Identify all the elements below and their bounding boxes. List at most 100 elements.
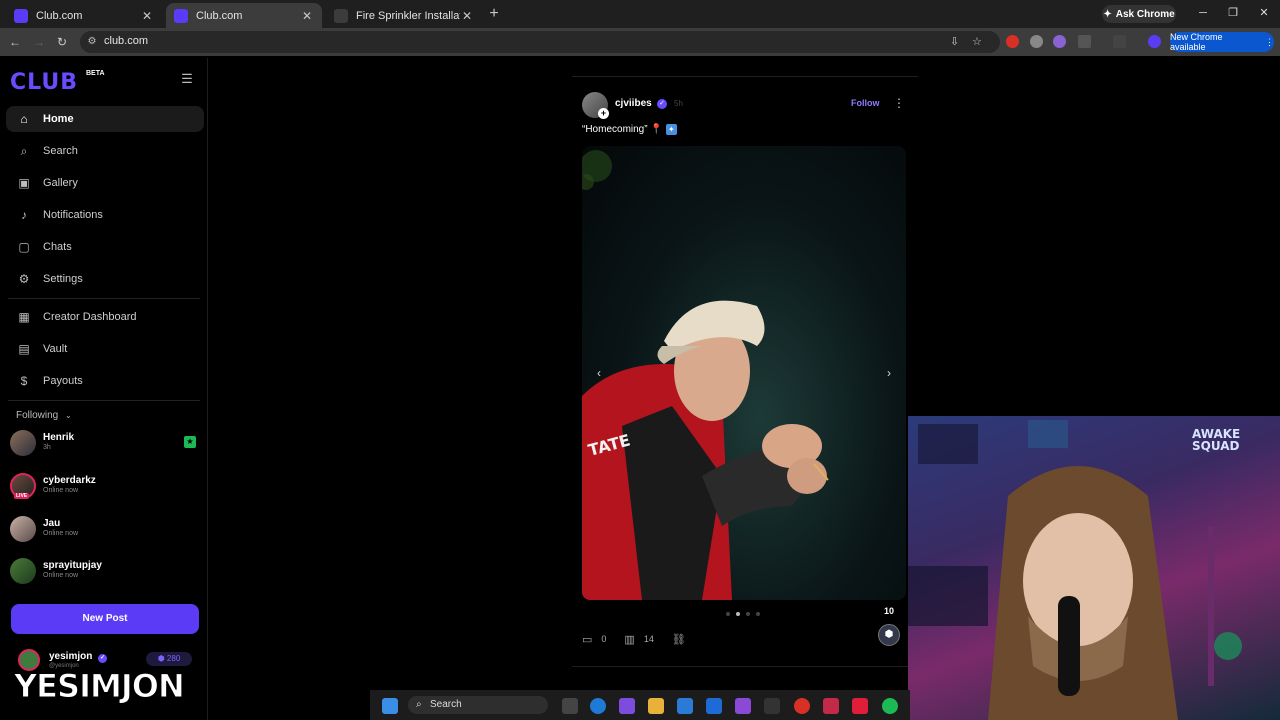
following-item-jau[interactable]: Jau Online now — [10, 516, 202, 546]
share-link-icon[interactable]: ⛓ — [672, 633, 686, 646]
file-explorer-icon[interactable] — [648, 698, 664, 714]
forward-icon[interactable]: → — [31, 34, 47, 50]
omnibox[interactable]: ⚙ club.com ⇩ ☆ — [80, 31, 1000, 53]
nav-item-chats[interactable]: ▢ Chats — [6, 234, 204, 260]
following-item-henrik[interactable]: Henrik 3h ★ — [10, 430, 202, 460]
comment-icon[interactable]: ▭ — [582, 633, 592, 646]
store-icon[interactable] — [677, 698, 693, 714]
mail-icon[interactable] — [706, 698, 722, 714]
search-icon: ⌕ — [20, 143, 28, 158]
search-icon: ⌕ — [416, 699, 422, 710]
following-item-cyberdarkz[interactable]: LIVE cyberdarkz Online now — [10, 473, 202, 503]
follow-plus-icon[interactable]: + — [598, 108, 609, 119]
close-window-icon[interactable]: ✕ — [1257, 5, 1271, 21]
minimize-icon[interactable]: ─ — [1196, 5, 1210, 21]
browser-tab[interactable]: Fire Sprinkler Installation, Fire A ✕ — [326, 3, 482, 28]
payouts-icon: $ — [20, 374, 28, 388]
views-count: 14 — [643, 634, 654, 644]
home-icon: ⌂ — [20, 112, 28, 126]
post-author-name[interactable]: cjviibes — [615, 98, 652, 109]
taskbar-search[interactable]: ⌕ Search — [408, 696, 548, 714]
views-icon: ▥ — [624, 633, 635, 646]
windows-start-icon[interactable] — [382, 698, 398, 714]
app-icon[interactable] — [735, 698, 751, 714]
copilot-icon[interactable] — [619, 698, 635, 714]
browser-tab[interactable]: Club.com ✕ — [6, 3, 162, 28]
nav-label: Home — [43, 113, 74, 125]
points-badge[interactable]: ⬢ 280 — [146, 652, 192, 666]
new-tab-button[interactable]: + — [486, 5, 502, 23]
follow-button[interactable]: Follow — [851, 98, 880, 108]
sparkle-icon: ✦ — [1103, 8, 1112, 20]
extension-icon[interactable] — [1006, 35, 1019, 48]
following-status: Online now — [43, 572, 79, 579]
reload-icon[interactable]: ↻ — [54, 34, 70, 50]
nav-item-search[interactable]: ⌕ Search — [6, 138, 204, 164]
app-icon[interactable] — [852, 698, 868, 714]
post-image[interactable]: TATE ‹ › — [582, 146, 906, 600]
new-chrome-available-button[interactable]: New Chrome available ⋮ — [1170, 32, 1274, 52]
nav-item-creator-dashboard[interactable]: ▦ Creator Dashboard — [6, 304, 204, 330]
previous-slide-icon[interactable]: ‹ — [591, 365, 607, 381]
profile-avatar[interactable] — [1148, 35, 1161, 48]
restore-icon[interactable]: ❐ — [1226, 5, 1240, 21]
hamburger-menu-icon[interactable]: ☰ — [178, 72, 196, 86]
tip-button[interactable]: 10 ⬢ — [876, 604, 902, 648]
close-icon[interactable]: ✕ — [140, 9, 154, 23]
nav-item-gallery[interactable]: ▣ Gallery — [6, 170, 204, 196]
nav-item-home[interactable]: ⌂ Home — [6, 106, 204, 132]
tag-icon: ✦ — [665, 124, 677, 135]
divider — [572, 76, 918, 77]
app-icon[interactable] — [764, 698, 780, 714]
divider — [8, 400, 200, 401]
extension-icon[interactable] — [1030, 35, 1043, 48]
pin-icon: 📍 — [650, 124, 663, 136]
spotify-icon[interactable] — [882, 698, 898, 714]
back-icon[interactable]: ← — [7, 34, 23, 50]
club-logo[interactable]: CLUB — [10, 70, 78, 95]
tab-title: Fire Sprinkler Installation, Fire A — [356, 9, 460, 22]
nav-item-notifications[interactable]: ♪ Notifications — [6, 202, 204, 228]
gallery-icon: ▣ — [18, 176, 30, 190]
close-icon[interactable]: ✕ — [300, 9, 314, 23]
task-view-icon[interactable] — [562, 698, 578, 714]
extensions-puzzle-icon[interactable] — [1078, 35, 1091, 48]
vault-icon: ▤ — [18, 342, 30, 356]
site-info-icon[interactable]: ⚙ — [86, 36, 98, 48]
coin-icon: ⬢ — [878, 624, 900, 646]
nav-item-vault[interactable]: ▤ Vault — [6, 336, 204, 362]
following-item-sprayitupjay[interactable]: sprayitupjay Online now — [10, 558, 202, 588]
bookmark-star-icon[interactable]: ☆ — [972, 35, 982, 48]
nav-label: Payouts — [43, 375, 83, 387]
ask-chrome-label: Ask Chrome — [1115, 8, 1175, 20]
new-post-button[interactable]: New Post — [11, 604, 199, 634]
more-options-icon[interactable]: ⋮ — [893, 96, 905, 110]
following-name: cyberdarkz — [43, 475, 96, 486]
maps-icon[interactable] — [823, 698, 839, 714]
browser-tab-active[interactable]: Club.com ✕ — [166, 3, 322, 28]
install-app-icon[interactable]: ⇩ — [950, 35, 959, 48]
ask-chrome-button[interactable]: ✦ Ask Chrome — [1102, 5, 1176, 23]
chat-icon: ▢ — [18, 240, 30, 254]
chrome-icon[interactable] — [794, 698, 810, 714]
live-badge: LIVE — [14, 493, 30, 499]
close-icon[interactable]: ✕ — [460, 9, 474, 23]
beta-badge: BETA — [86, 70, 105, 77]
extension-icon[interactable] — [1053, 35, 1066, 48]
following-toggle[interactable]: Following ⌄ — [16, 410, 72, 421]
side-panel-icon[interactable] — [1113, 35, 1126, 48]
kebab-menu-icon: ⋮ — [1265, 36, 1274, 47]
nav-item-settings[interactable]: ⚙ Settings — [6, 266, 204, 292]
edge-icon[interactable] — [590, 698, 606, 714]
next-slide-icon[interactable]: › — [881, 365, 897, 381]
url-text[interactable]: club.com — [104, 35, 148, 47]
nav-item-payouts[interactable]: $ Payouts — [6, 368, 204, 394]
account-name: yesimjon ✓ — [49, 651, 108, 663]
following-status: 3h — [43, 444, 51, 451]
account-name-text: yesimjon — [49, 651, 93, 662]
comment-count: 0 — [601, 634, 607, 644]
dashboard-icon: ▦ — [18, 310, 30, 324]
slide-dot-active — [736, 612, 740, 616]
tab-title: Club.com — [196, 9, 243, 22]
verified-icon: ✓ — [657, 99, 667, 109]
